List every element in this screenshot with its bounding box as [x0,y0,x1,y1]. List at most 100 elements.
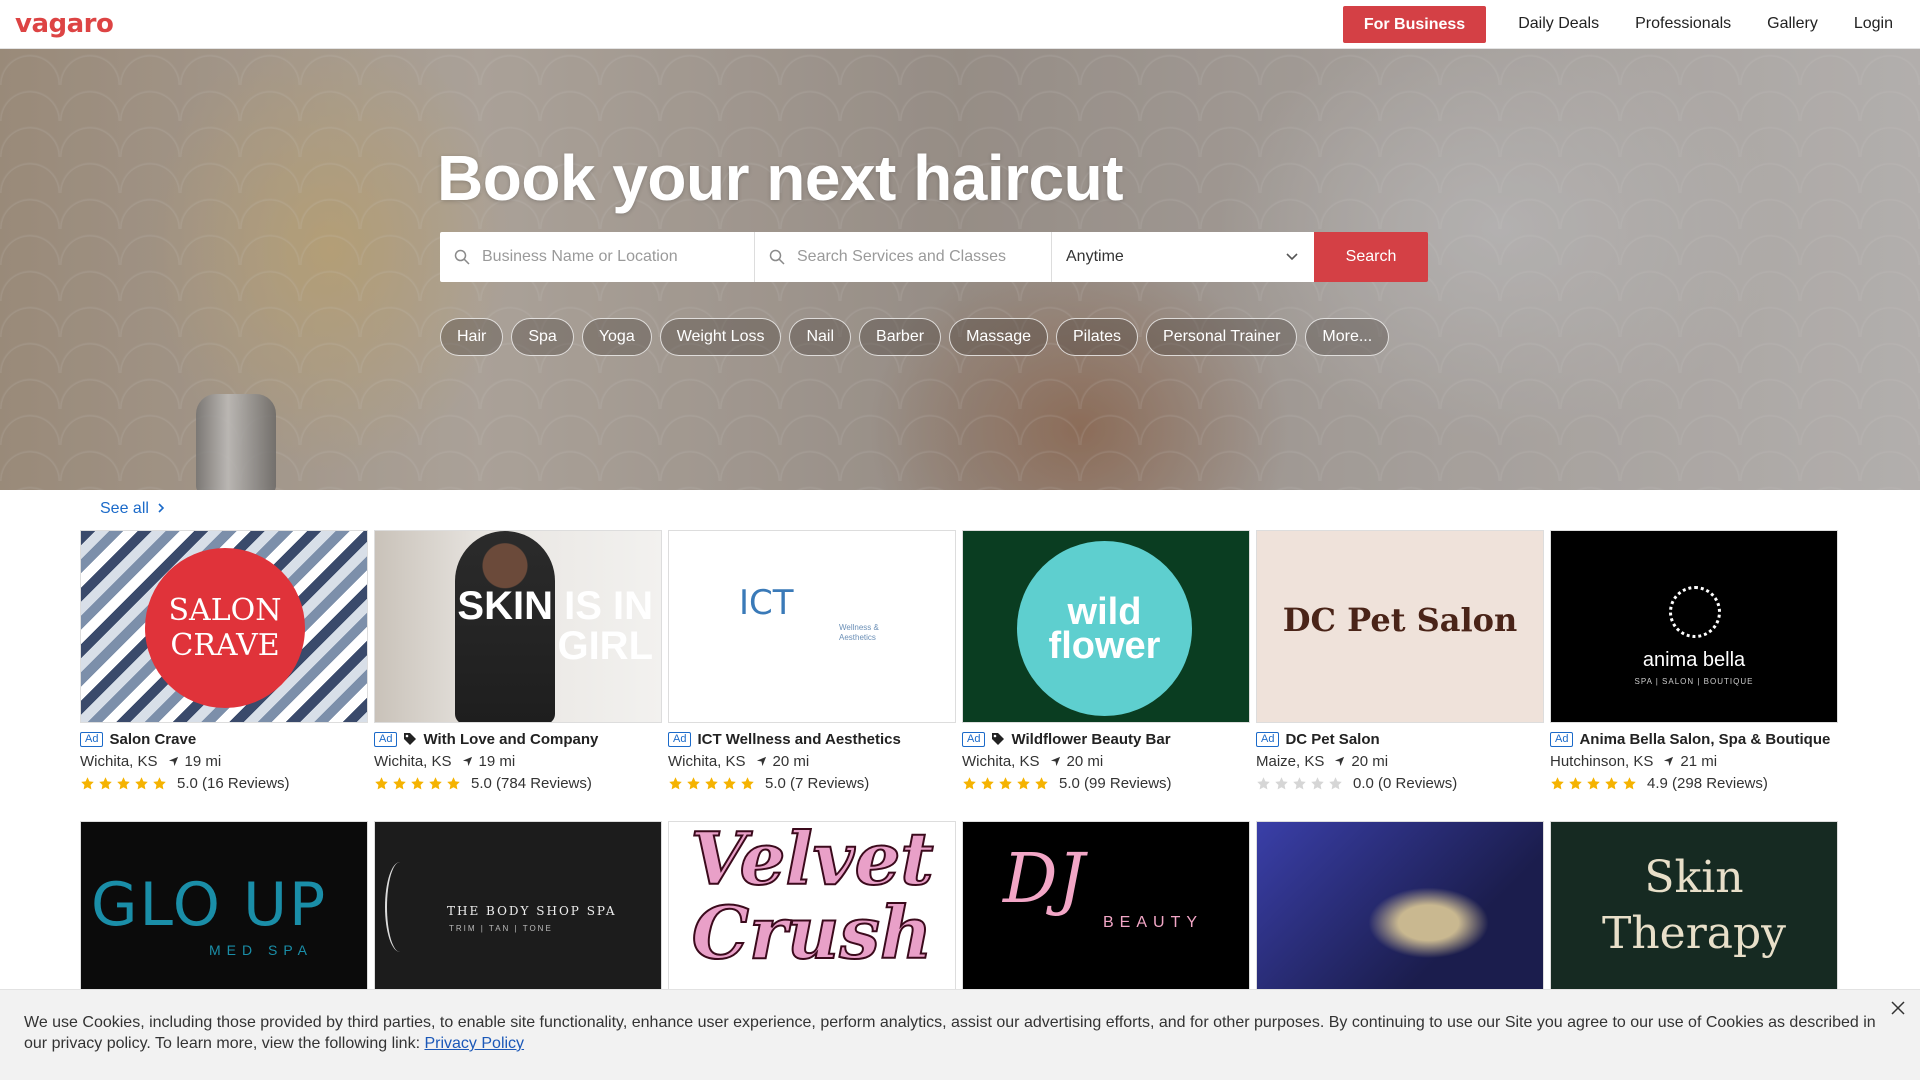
ad-badge: Ad [1550,731,1574,747]
location-arrow-icon [168,756,178,766]
chip-barber[interactable]: Barber [859,318,942,356]
chip-personal-trainer[interactable]: Personal Trainer [1146,318,1298,356]
star-icon [741,776,754,789]
vagaro-logo[interactable]: vagaro [15,9,114,39]
see-all-link[interactable]: See all [100,500,165,518]
rating-text: 5.0 (7 Reviews) [765,774,870,792]
business-distance: 21 mi [1680,752,1718,770]
business-name[interactable]: ICT Wellness and Aesthetics [697,731,900,748]
listing-image[interactable]: ICT Wellness & Aesthetics [668,530,956,723]
listing-card[interactable]: SALON CRAVE Ad Salon Crave Wichita, KS 19 … [80,530,368,793]
ad-badge: Ad [1256,731,1280,747]
star-icon [1017,776,1030,789]
star-icon [81,776,94,789]
see-all-label: See all [100,500,149,517]
services-field[interactable] [755,232,1052,282]
chip-more[interactable]: More... [1305,318,1390,356]
listing-card[interactable]: GLO UP MED SPA [80,821,368,991]
business-name[interactable]: Anima Bella Salon, Spa & Boutique [1579,731,1830,748]
rating-text: 4.9 (298 Reviews) [1647,774,1768,792]
rating-stars [668,776,755,791]
listing-image[interactable]: DJ BEAUTY [962,821,1250,991]
listing-card[interactable]: DC Pet Salon Ad DC Pet Salon Maize, KS 20 … [1256,530,1544,793]
listing-image[interactable]: THE BODY SHOP SPA TRIM | TAN | TONE [374,821,662,991]
body-shop-logo: THE BODY SHOP SPA [447,904,617,918]
chip-pilates[interactable]: Pilates [1055,318,1139,356]
listing-grid-row-2: GLO UP MED SPA THE BODY SHOP SPA TRIM | TA… [80,821,1840,991]
listing-image[interactable]: Velvet Crush [668,821,956,991]
business-name[interactable]: Salon Crave [109,731,196,748]
nav-gallery[interactable]: Gallery [1749,15,1836,33]
star-icon [705,776,718,789]
chip-hair[interactable]: Hair [440,318,504,356]
nav-professionals[interactable]: Professionals [1617,15,1749,33]
listing-image[interactable]: SALON CRAVE [80,530,368,723]
cookie-message: We use Cookies, including those provided… [24,1014,1876,1052]
chip-weight-loss[interactable]: Weight Loss [659,318,782,356]
listing-card[interactable]: wild flower Ad Wildflower Beauty Bar Wich… [962,530,1250,793]
skin-therapy-logo: Skin Therapy [1601,852,1786,959]
star-icon [153,776,166,789]
nav-daily-deals[interactable]: Daily Deals [1500,15,1617,33]
rating-stars [1256,776,1343,791]
listing-image[interactable]: GLO UP MED SPA [80,821,368,991]
business-name[interactable]: Wildflower Beauty Bar [1011,731,1170,748]
deal-tag-icon [404,733,417,745]
privacy-policy-link[interactable]: Privacy Policy [424,1035,524,1052]
services-input[interactable] [797,248,1051,266]
rating-stars [962,776,1049,791]
ict-logo-subtitle: Wellness & Aesthetics [839,623,879,642]
star-icon [429,776,442,789]
star-icon [1605,776,1618,789]
listing-image[interactable]: anima bella SPA | SALON | BOUTIQUE [1550,530,1838,723]
business-city: Wichita, KS [668,752,746,770]
chip-massage[interactable]: Massage [949,318,1048,356]
hero-title: Book your next haircut [437,142,1124,214]
chip-nail[interactable]: Nail [789,318,852,356]
business-name[interactable]: With Love and Company [423,731,598,748]
star-icon [1311,776,1324,789]
listing-card[interactable]: Velvet Crush [668,821,956,991]
star-icon [375,776,388,789]
business-name[interactable]: DC Pet Salon [1285,731,1379,748]
anima-bella-logo: anima bella [1642,649,1746,671]
chevron-right-icon [158,503,165,513]
location-arrow-icon [462,756,472,766]
listing-card[interactable]: DJ BEAUTY [962,821,1250,991]
cookie-text: We use Cookies, including those provided… [24,1012,1880,1054]
business-distance: 19 mi [184,752,222,770]
close-icon[interactable] [1890,1000,1906,1016]
star-icon [963,776,976,789]
listing-image[interactable] [1256,821,1544,991]
listing-image[interactable]: SKIN IS IN GIRL [374,530,662,723]
when-dropdown[interactable]: Anytime [1052,232,1314,282]
listing-image[interactable]: DC Pet Salon [1256,530,1544,723]
search-button[interactable]: Search [1314,232,1428,282]
rating-text: 5.0 (16 Reviews) [177,774,290,792]
listing-card[interactable]: SKIN IS IN GIRL Ad With Love and Company … [374,530,662,793]
star-icon [411,776,424,789]
listing-grid: SALON CRAVE Ad Salon Crave Wichita, KS 19 … [80,530,1840,793]
star-icon [1587,776,1600,789]
listing-card[interactable]: anima bella SPA | SALON | BOUTIQUE Ad Anim… [1550,530,1838,793]
chip-yoga[interactable]: Yoga [581,318,652,356]
location-field[interactable] [440,232,755,282]
deal-tag-icon [992,733,1005,745]
chevron-down-icon [1286,253,1298,261]
listing-image[interactable]: Skin Therapy [1550,821,1838,991]
location-input[interactable] [482,248,754,266]
star-icon [393,776,406,789]
listing-card[interactable]: Skin Therapy [1550,821,1838,991]
business-city: Wichita, KS [962,752,1040,770]
nav-login[interactable]: Login [1836,15,1905,33]
listing-card[interactable]: THE BODY SHOP SPA TRIM | TAN | TONE [374,821,662,991]
chip-spa[interactable]: Spa [511,318,574,356]
business-distance: 20 mi [772,752,810,770]
ad-badge: Ad [80,731,104,747]
listing-card[interactable] [1256,821,1544,991]
for-business-button[interactable]: For Business [1342,5,1487,43]
listing-card[interactable]: ICT Wellness & Aesthetics Ad ICT Wellness a… [668,530,956,793]
business-city: Wichita, KS [80,752,158,770]
listing-image[interactable]: wild flower [962,530,1250,723]
business-distance: 19 mi [478,752,516,770]
